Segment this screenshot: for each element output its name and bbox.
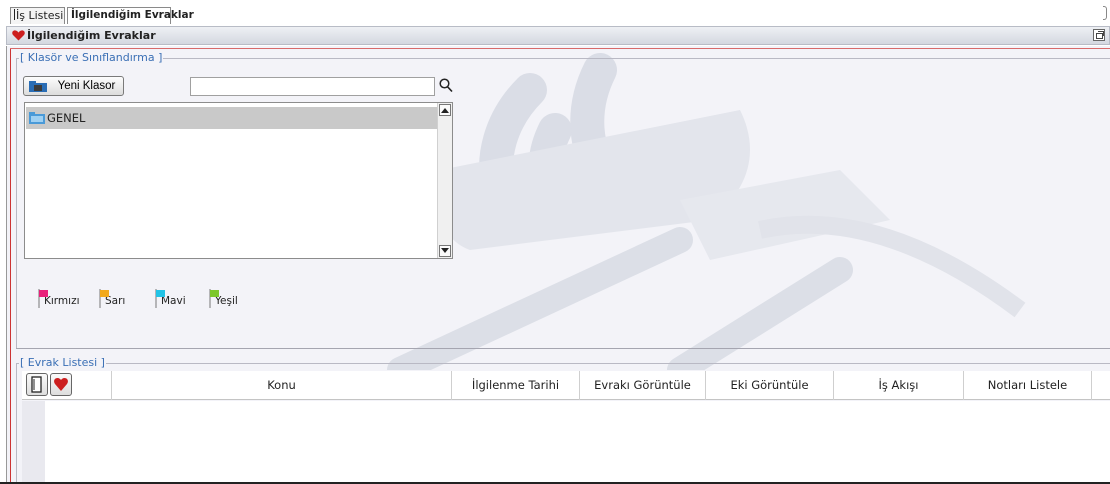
chevron-up-icon [441, 108, 449, 113]
document-table-header: Konu İlgilenme Tarihi Evrakı Görüntüle E… [22, 371, 1110, 400]
document-section-label: [ Evrak Listesi ] [19, 356, 106, 369]
flag-yesil[interactable]: Yeşil [209, 288, 238, 308]
column-konu[interactable]: Konu [112, 371, 452, 400]
text-caret [14, 9, 15, 20]
flag-sari[interactable]: Sarı [99, 288, 125, 308]
section-divider [16, 363, 17, 484]
panel-left-accent-line [10, 48, 11, 484]
tab-scroll-edge[interactable] [1103, 6, 1107, 20]
row-gutter [22, 401, 45, 484]
heart-icon [12, 30, 25, 41]
new-folder-icon [29, 81, 47, 92]
green-flag-icon [209, 289, 219, 308]
new-folder-label: Yeni Klasor [57, 80, 116, 92]
tab-ilgilendigim-evraklar[interactable]: İlgilendiğim Evraklar [67, 7, 194, 24]
folder-item-genel[interactable]: GENEL [26, 107, 437, 129]
folder-icon [29, 112, 45, 124]
column-is-akisi[interactable]: İş Akışı [834, 371, 964, 400]
section-divider [16, 363, 1110, 364]
restore-window-icon[interactable] [1093, 29, 1105, 41]
scroll-down-button[interactable] [439, 245, 451, 257]
column-notlari-listele[interactable]: Notları Listele [964, 371, 1092, 400]
section-divider [16, 58, 17, 348]
document-table-body[interactable] [22, 401, 1110, 484]
blue-flag-icon [155, 289, 165, 308]
red-flag-icon [38, 289, 48, 308]
column-ilgilenme-tarihi[interactable]: İlgilenme Tarihi [452, 371, 580, 400]
section-divider [16, 348, 1110, 349]
folder-list-scrollbar[interactable] [437, 103, 452, 258]
folder-section-label: [ Klasör ve Sınıflandırma ] [19, 51, 164, 64]
flag-mavi[interactable]: Mavi [155, 288, 186, 308]
section-divider [16, 58, 1110, 59]
tab-is-listesi[interactable]: İş Listesi [10, 7, 65, 24]
panel-title-bar: İlgilendiğim Evraklar [6, 26, 1110, 45]
folder-list[interactable]: GENEL [24, 102, 453, 259]
tab-label: İş Listesi [16, 9, 64, 22]
folder-search-input[interactable] [190, 77, 435, 96]
column-spacer [22, 371, 112, 400]
column-evraki-goruntule[interactable]: Evrakı Görüntüle [580, 371, 706, 400]
panel-title: İlgilendiğim Evraklar [27, 29, 156, 42]
flag-label: Kırmızı [44, 295, 80, 307]
panel-top-accent-line [10, 48, 1110, 49]
folder-item-label: GENEL [47, 111, 86, 125]
column-eki-goruntule[interactable]: Eki Görüntüle [706, 371, 834, 400]
tab-bar: İş Listesi İlgilendiğim Evraklar [0, 0, 1110, 25]
chevron-down-icon [441, 248, 449, 253]
tab-label: İlgilendiğim Evraklar [71, 9, 194, 21]
yellow-flag-icon [99, 289, 109, 308]
new-folder-button[interactable]: Yeni Klasor [23, 76, 124, 96]
flag-kirmizi[interactable]: Kırmızı [38, 288, 80, 308]
search-icon[interactable] [439, 78, 453, 93]
scroll-up-button[interactable] [439, 104, 451, 116]
